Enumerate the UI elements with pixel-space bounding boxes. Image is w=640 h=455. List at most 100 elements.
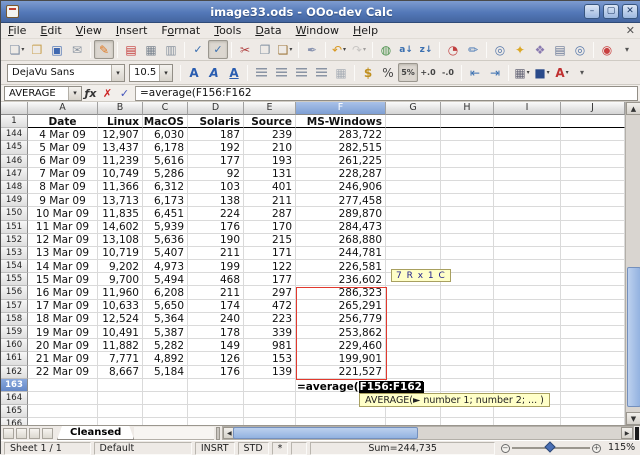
cell-D144[interactable]: 187 (188, 128, 244, 141)
column-header-d[interactable]: D (188, 102, 244, 115)
cell-B154[interactable]: 9,202 (98, 260, 143, 273)
cell-H145[interactable] (441, 141, 494, 154)
delete-decimal-button[interactable]: -.0 (438, 63, 458, 82)
page-style-status[interactable]: Default (94, 442, 192, 455)
cell-G160[interactable] (386, 339, 441, 352)
cell-J159[interactable] (561, 326, 625, 339)
accept-icon[interactable]: ✓ (116, 86, 133, 101)
print-button[interactable]: ▦ (141, 40, 161, 59)
cell-J157[interactable] (561, 300, 625, 313)
cell-B156[interactable]: 11,960 (98, 286, 143, 299)
cell-J154[interactable] (561, 260, 625, 273)
cell-I150[interactable] (494, 207, 561, 220)
row-header-156[interactable]: 156 (1, 286, 28, 299)
borders-button[interactable]: ▦▾ (512, 63, 532, 82)
cell-C157[interactable]: 5,650 (143, 300, 188, 313)
cell-A161[interactable]: 21 Mar 09 (28, 352, 98, 365)
column-header-b[interactable]: B (98, 102, 143, 115)
cell-F154[interactable]: 226,581 (296, 260, 386, 273)
cell-D156[interactable]: 211 (188, 286, 244, 299)
cell-G146[interactable] (386, 155, 441, 168)
cell-D159[interactable]: 178 (188, 326, 244, 339)
row-header-159[interactable]: 159 (1, 326, 28, 339)
cell-C163[interactable] (143, 379, 188, 392)
next-sheet-icon[interactable] (29, 428, 40, 439)
cell-I156[interactable] (494, 286, 561, 299)
cell-J149[interactable] (561, 194, 625, 207)
cell-I147[interactable] (494, 168, 561, 181)
cell-A146[interactable]: 6 Mar 09 (28, 155, 98, 168)
cell-D151[interactable]: 176 (188, 221, 244, 234)
cell-B163[interactable] (98, 379, 143, 392)
menu-tools[interactable]: Tools (207, 23, 248, 38)
decrease-indent-button[interactable]: ⇤ (465, 63, 485, 82)
row-header-163[interactable]: 163 (1, 379, 28, 392)
find-replace-button[interactable]: ◎ (490, 40, 510, 59)
row-header-153[interactable]: 153 (1, 247, 28, 260)
close-button[interactable]: ✕ (622, 4, 638, 19)
cell-G151[interactable] (386, 221, 441, 234)
cell-E161[interactable]: 153 (244, 352, 296, 365)
cell-J151[interactable] (561, 221, 625, 234)
cell-E162[interactable]: 139 (244, 366, 296, 379)
bold-button[interactable]: A (184, 63, 204, 82)
cell-A164[interactable] (28, 392, 98, 405)
cell-D163[interactable] (188, 379, 244, 392)
cell-E159[interactable]: 339 (244, 326, 296, 339)
cell-A145[interactable]: 5 Mar 09 (28, 141, 98, 154)
cell-C155[interactable]: 5,494 (143, 273, 188, 286)
cell-E154[interactable]: 122 (244, 260, 296, 273)
cell-J165[interactable] (561, 405, 625, 418)
function-wizard-icon[interactable]: ƒx (82, 86, 99, 101)
column-header-e[interactable]: E (244, 102, 296, 115)
cell-D162[interactable]: 176 (188, 366, 244, 379)
column-header-j[interactable]: J (561, 102, 625, 115)
row-header-157[interactable]: 157 (1, 300, 28, 313)
cell-H150[interactable] (441, 207, 494, 220)
cell-E152[interactable]: 215 (244, 234, 296, 247)
cell-B158[interactable]: 12,524 (98, 313, 143, 326)
zoom-slider-handle[interactable] (545, 441, 556, 452)
name-box-dropdown-icon[interactable]: ▾ (68, 87, 81, 100)
cell-B151[interactable]: 14,602 (98, 221, 143, 234)
auto-spellcheck-button[interactable]: ✓ (208, 40, 228, 59)
cell-G144[interactable] (386, 128, 441, 141)
cell-E150[interactable]: 287 (244, 207, 296, 220)
cell-A149[interactable]: 9 Mar 09 (28, 194, 98, 207)
cell-B149[interactable]: 13,713 (98, 194, 143, 207)
cell-F149[interactable]: 277,458 (296, 194, 386, 207)
cell-H152[interactable] (441, 234, 494, 247)
cell-E153[interactable]: 171 (244, 247, 296, 260)
cell-E156[interactable]: 297 (244, 286, 296, 299)
row-header-144[interactable]: 144 (1, 128, 28, 141)
cell-A151[interactable]: 11 Mar 09 (28, 221, 98, 234)
cell-J148[interactable] (561, 181, 625, 194)
cell-G150[interactable] (386, 207, 441, 220)
cell-E1[interactable]: Source (244, 115, 296, 128)
cell-F165[interactable] (296, 405, 386, 418)
font-size-combo[interactable]: 10.5▾ (129, 64, 173, 82)
cell-B164[interactable] (98, 392, 143, 405)
cell-G162[interactable] (386, 366, 441, 379)
zoom-slider[interactable]: − + (501, 444, 601, 453)
cell-J160[interactable] (561, 339, 625, 352)
cell-A162[interactable]: 22 Mar 09 (28, 366, 98, 379)
cell-A155[interactable]: 15 Mar 09 (28, 273, 98, 286)
vertical-scroll-thumb[interactable] (627, 267, 640, 407)
cell-B152[interactable]: 13,108 (98, 234, 143, 247)
cell-I162[interactable] (494, 366, 561, 379)
menu-help[interactable]: Help (346, 23, 385, 38)
cell-B146[interactable]: 11,239 (98, 155, 143, 168)
dropdown-caret-icon[interactable]: ▾ (363, 46, 366, 53)
previous-sheet-icon[interactable] (16, 428, 27, 439)
cell-G153[interactable] (386, 247, 441, 260)
toolbar-options-button[interactable]: ▾ (617, 40, 637, 59)
cell-D155[interactable]: 468 (188, 273, 244, 286)
row-header-148[interactable]: 148 (1, 181, 28, 194)
cell-F148[interactable]: 246,906 (296, 181, 386, 194)
cell-B150[interactable]: 11,835 (98, 207, 143, 220)
cell-D148[interactable]: 103 (188, 181, 244, 194)
cell-B166[interactable] (98, 418, 143, 425)
cut-button[interactable]: ✂ (235, 40, 255, 59)
dropdown-caret-icon[interactable]: ▾ (547, 69, 550, 76)
